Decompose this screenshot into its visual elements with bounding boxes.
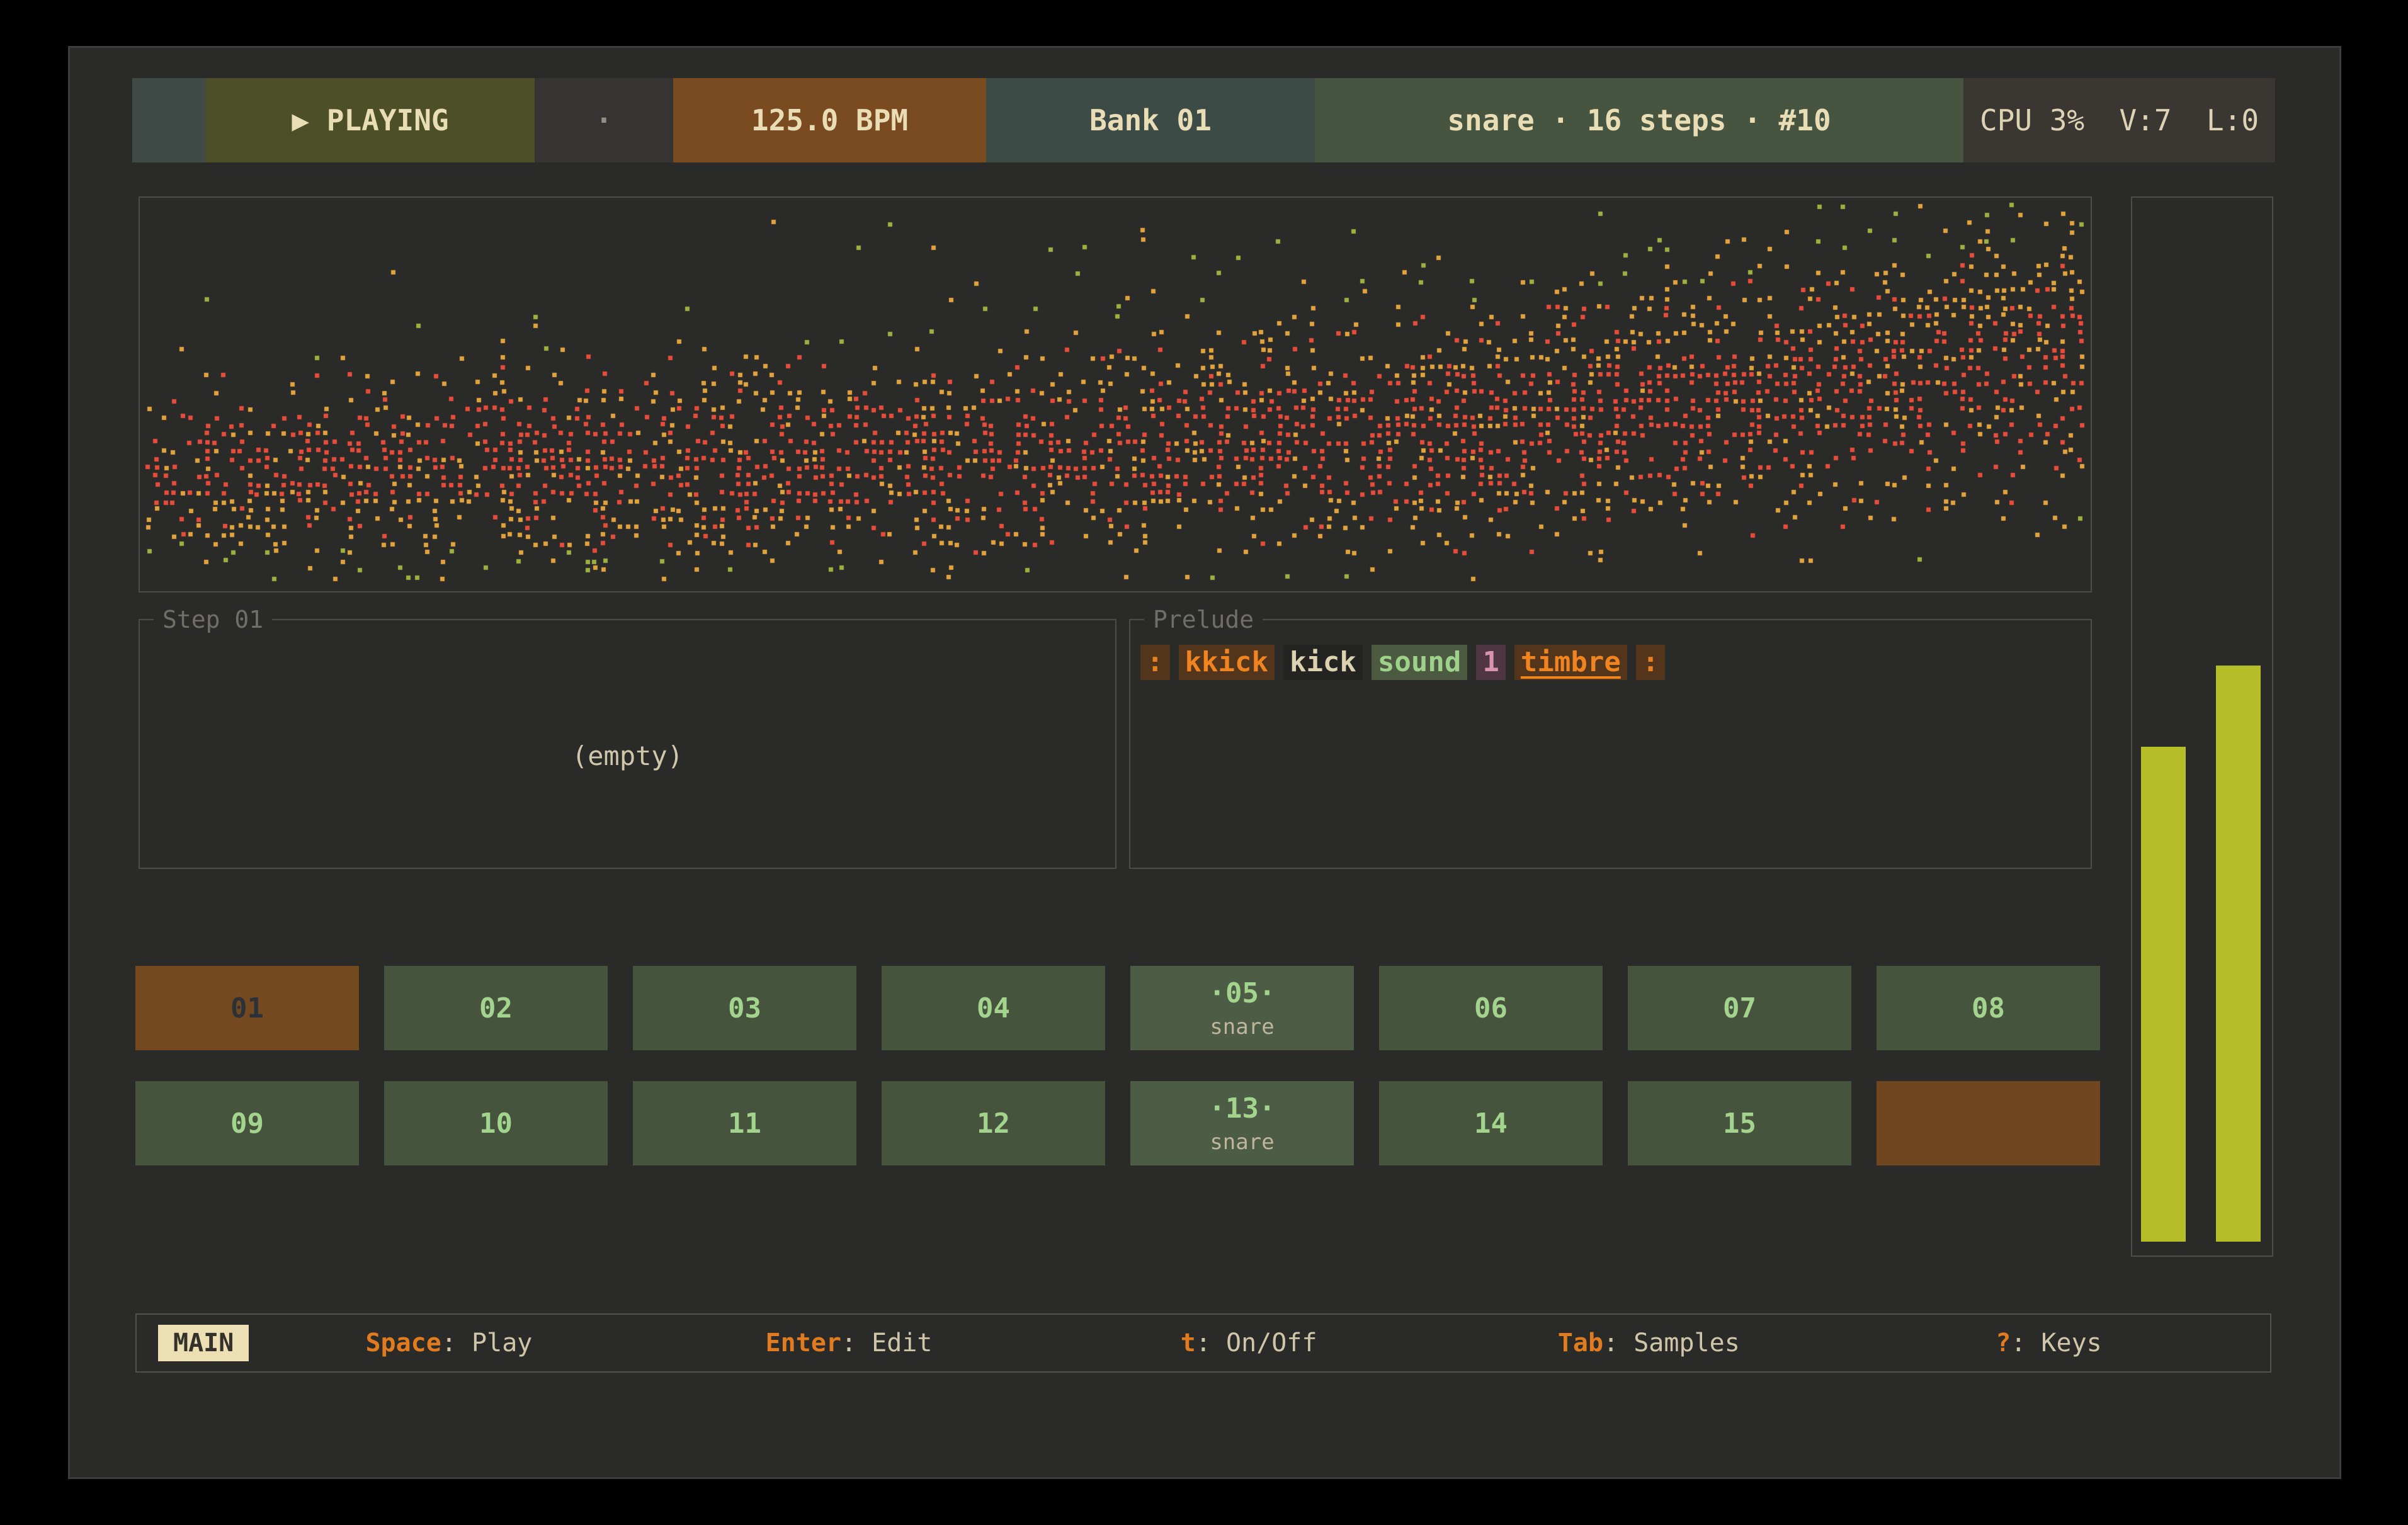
system-stats: CPU 3% V:7 L:0 bbox=[1963, 78, 2275, 162]
step-label: 04 bbox=[977, 992, 1010, 1024]
step-button[interactable]: 08 bbox=[1877, 966, 2100, 1050]
step-button[interactable]: ·05· snare bbox=[1130, 966, 1354, 1050]
step-label: 11 bbox=[728, 1108, 761, 1140]
prelude-panel: Prelude : kkickkick sound 1timbre: bbox=[1129, 606, 2092, 869]
code-token[interactable]: kick bbox=[1283, 645, 1363, 680]
bank-display[interactable]: Bank 01 bbox=[986, 78, 1315, 162]
step-label: 12 bbox=[977, 1108, 1010, 1140]
key-hint-desc: : Keys bbox=[2011, 1329, 2102, 1358]
footer-bar: MAIN Space: PlayEnter: Editt: On/OffTab:… bbox=[135, 1313, 2271, 1373]
step-panel-title: Step 01 bbox=[154, 606, 272, 633]
step-label: 02 bbox=[479, 992, 513, 1024]
key-hint: Enter: Edit bbox=[649, 1329, 1048, 1358]
step-label: 15 bbox=[1723, 1108, 1756, 1140]
step-label: 09 bbox=[230, 1108, 264, 1140]
code-token[interactable]: timbre bbox=[1514, 645, 1627, 680]
prelude-panel-title: Prelude bbox=[1144, 606, 1263, 633]
key-hint-desc: : Samples bbox=[1603, 1329, 1740, 1358]
step-empty-label: (empty) bbox=[140, 740, 1115, 771]
step-label: 10 bbox=[479, 1108, 513, 1140]
step-button[interactable]: 04 bbox=[882, 966, 1105, 1050]
app-window: ▶ PLAYING · 125.0 BPM Bank 01 snare · 16… bbox=[68, 46, 2341, 1479]
step-button[interactable]: 01 bbox=[135, 966, 359, 1050]
step-label: 03 bbox=[728, 992, 761, 1024]
step-button[interactable]: 14 bbox=[1379, 1081, 1603, 1165]
key-hint-key: t bbox=[1181, 1329, 1196, 1358]
sample-visualizer-panel bbox=[139, 196, 2092, 592]
step-label: 07 bbox=[1723, 992, 1756, 1024]
code-token[interactable]: : bbox=[1636, 645, 1666, 680]
step-label: 14 bbox=[1474, 1108, 1508, 1140]
track-info[interactable]: snare · 16 steps · #10 bbox=[1315, 78, 1963, 162]
key-hint-desc: : Edit bbox=[841, 1329, 933, 1358]
metronome-indicator: · bbox=[535, 78, 673, 162]
key-hint: Tab: Samples bbox=[1449, 1329, 1849, 1358]
step-button[interactable]: 07 bbox=[1628, 966, 1851, 1050]
step-button[interactable]: 10 bbox=[384, 1081, 608, 1165]
step-button[interactable]: 15 bbox=[1628, 1081, 1851, 1165]
step-label: ·13· bbox=[1209, 1092, 1276, 1125]
sample-scatter-canvas bbox=[140, 198, 2091, 591]
key-hint-key: Tab bbox=[1558, 1329, 1603, 1358]
top-status-bar: ▶ PLAYING · 125.0 BPM Bank 01 snare · 16… bbox=[132, 78, 2275, 162]
bpm-display[interactable]: 125.0 BPM bbox=[673, 78, 986, 162]
code-token[interactable]: 1 bbox=[1476, 645, 1506, 680]
tempo-led bbox=[132, 78, 206, 162]
meter-bar-right bbox=[2216, 666, 2261, 1242]
step-label: 01 bbox=[230, 992, 264, 1024]
step-label: ·05· bbox=[1209, 977, 1276, 1009]
step-detail-panel: Step 01 (empty) bbox=[139, 606, 1116, 869]
key-hint-key: ? bbox=[1996, 1329, 2011, 1358]
meter-bar-left bbox=[2141, 747, 2186, 1242]
key-hint: t: On/Off bbox=[1049, 1329, 1449, 1358]
code-token[interactable]: : bbox=[1140, 645, 1170, 680]
code-token[interactable]: sound bbox=[1372, 645, 1467, 680]
step-button[interactable]: 02 bbox=[384, 966, 608, 1050]
step-button[interactable]: 09 bbox=[135, 1081, 359, 1165]
step-label: 06 bbox=[1474, 992, 1508, 1024]
key-hint: Space: Play bbox=[249, 1329, 649, 1358]
step-button[interactable] bbox=[1877, 1081, 2100, 1165]
step-button[interactable]: 06 bbox=[1379, 966, 1603, 1050]
key-hint: ?: Keys bbox=[1849, 1329, 2249, 1358]
step-button[interactable]: 03 bbox=[633, 966, 856, 1050]
step-button[interactable]: 11 bbox=[633, 1081, 856, 1165]
step-sublabel: snare bbox=[1210, 1014, 1274, 1040]
level-meter-panel bbox=[2131, 196, 2273, 1257]
step-grid: 01 02 03 04 ·05· snare 06 07 08 09 10 11 12 ·13· snare… bbox=[135, 966, 2100, 1165]
key-hint-key: Enter bbox=[766, 1329, 841, 1358]
key-hint-desc: : Play bbox=[441, 1329, 533, 1358]
mode-badge: MAIN bbox=[158, 1325, 249, 1361]
step-label: 08 bbox=[1972, 992, 2005, 1024]
key-hint-desc: : On/Off bbox=[1196, 1329, 1317, 1358]
step-button[interactable]: 12 bbox=[882, 1081, 1105, 1165]
prelude-code-row[interactable]: : kkickkick sound 1timbre: bbox=[1140, 645, 1665, 680]
key-hint-key: Space bbox=[365, 1329, 441, 1358]
transport-status[interactable]: ▶ PLAYING bbox=[206, 78, 535, 162]
step-sublabel: snare bbox=[1210, 1130, 1274, 1155]
code-token[interactable]: kkick bbox=[1179, 645, 1275, 680]
step-button[interactable]: ·13· snare bbox=[1130, 1081, 1354, 1165]
